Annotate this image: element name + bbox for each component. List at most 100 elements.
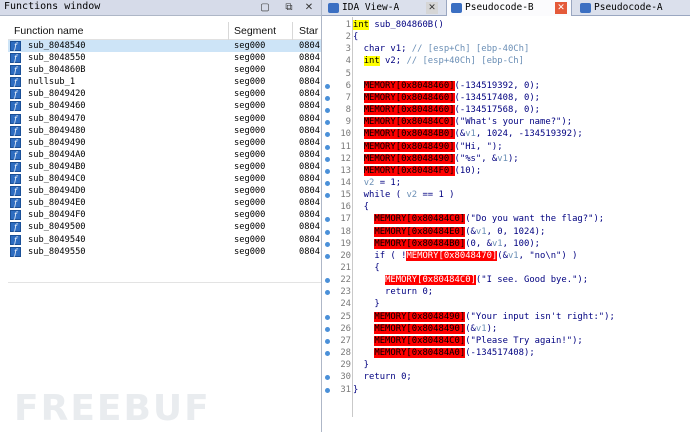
code-line[interactable]: 14 v2 = 1;	[322, 177, 690, 189]
function-row[interactable]: f sub_8049420 seg000 0804	[8, 88, 321, 100]
breakpoint-dot-icon[interactable]	[325, 326, 330, 332]
code-line[interactable]: 2{	[322, 31, 690, 43]
code-line[interactable]: 5	[322, 68, 690, 80]
breakpoint-dot-icon[interactable]	[325, 120, 330, 126]
breakpoint-dot-icon[interactable]	[325, 241, 330, 247]
breakpoint-dot-icon[interactable]	[325, 290, 330, 296]
code-line[interactable]: 6 MEMORY[0x8048460](-134519392, 0);	[322, 80, 690, 92]
code-line[interactable]: 24 }	[322, 298, 690, 310]
breakpoint-dot-icon[interactable]	[325, 180, 330, 186]
tab-ida-view-a[interactable]: IDA View-A ✕	[324, 0, 444, 16]
close-tab-icon[interactable]: ✕	[426, 2, 438, 14]
function-row[interactable]: f sub_80494D0 seg000 0804	[8, 185, 321, 197]
code-token: MEMORY[0x8048460]	[363, 80, 455, 91]
code-line[interactable]: 11 MEMORY[0x8048490]("Hi, ");	[322, 141, 690, 153]
column-function-name[interactable]: Function name	[14, 25, 83, 37]
code-token: int	[363, 56, 380, 67]
breakpoint-dot-icon[interactable]	[325, 375, 330, 381]
code-line[interactable]: 3 char v1; // [esp+Ch] [ebp-40Ch]	[322, 43, 690, 55]
function-row[interactable]: f nullsub_1 seg000 0804	[8, 76, 321, 88]
code-line[interactable]: 12 MEMORY[0x8048490]("%s", &v1);	[322, 153, 690, 165]
code-line[interactable]: 30 return 0;	[322, 371, 690, 383]
code-line[interactable]: 25 MEMORY[0x8048490]("Your input isn't r…	[322, 311, 690, 323]
function-row[interactable]: f sub_8049470 seg000 0804	[8, 113, 321, 125]
code-line[interactable]: 28 MEMORY[0x80484A0](-134517408);	[322, 347, 690, 359]
function-name: sub_8048540	[28, 41, 86, 51]
function-row[interactable]: f sub_8049550 seg000 0804	[8, 246, 321, 258]
code-token: (-134517408, 0);	[454, 92, 541, 103]
dock-icon[interactable]: ▢	[258, 1, 272, 14]
breakpoint-dot-icon[interactable]	[325, 95, 330, 101]
code-line[interactable]: 21 {	[322, 262, 690, 274]
code-line[interactable]: 26 MEMORY[0x8048490](&v1);	[322, 323, 690, 335]
function-row[interactable]: f sub_80494B0 seg000 0804	[8, 161, 321, 173]
breakpoint-dot-icon[interactable]	[325, 156, 330, 162]
breakpoint-dot-icon[interactable]	[325, 193, 330, 199]
code-line[interactable]: 7 MEMORY[0x8048460](-134517408, 0);	[322, 92, 690, 104]
code-line[interactable]: 27 MEMORY[0x80484C0]("Please Try again!"…	[322, 335, 690, 347]
float-icon[interactable]: ⧉	[282, 1, 296, 14]
code-line[interactable]: 31}	[322, 384, 690, 396]
function-start: 0804	[299, 210, 320, 221]
function-row[interactable]: f sub_80494F0 seg000 0804	[8, 209, 321, 221]
function-row[interactable]: f sub_80494A0 seg000 0804	[8, 149, 321, 161]
code-line[interactable]: 15 while ( v2 == 1 )	[322, 189, 690, 201]
code-text: MEMORY[0x80484A0](-134517408);	[353, 347, 535, 359]
breakpoint-dot-icon[interactable]	[325, 229, 330, 235]
function-row[interactable]: f sub_8049490 seg000 0804	[8, 137, 321, 149]
code-line[interactable]: 19 MEMORY[0x80484B0](0, &v1, 100);	[322, 238, 690, 250]
function-row[interactable]: f sub_8049540 seg000 0804	[8, 234, 321, 246]
code-line[interactable]: 20 if ( !MEMORY[0x8048470](&v1, "no\n") …	[322, 250, 690, 262]
code-line[interactable]: 10 MEMORY[0x80484B0](&v1, 1024, -1345193…	[322, 128, 690, 140]
function-row[interactable]: f sub_8048540 seg000 0804	[8, 40, 321, 53]
breakpoint-dot-icon[interactable]	[325, 338, 330, 344]
breakpoint-dot-icon[interactable]	[325, 314, 330, 320]
function-row[interactable]: f sub_8048550 seg000 0804	[8, 52, 321, 64]
breakpoint-dot-icon[interactable]	[325, 278, 330, 284]
breakpoint-dot-icon[interactable]	[325, 144, 330, 150]
code-line[interactable]: 17 MEMORY[0x80484C0]("Do you want the fl…	[322, 213, 690, 225]
function-row[interactable]: f sub_804860B seg000 0804	[8, 64, 321, 76]
code-line[interactable]: 4 int v2; // [esp+40Ch] [ebp-Ch]	[322, 55, 690, 67]
code-line[interactable]: 23 return 0;	[322, 286, 690, 298]
function-row[interactable]: f sub_80494C0 seg000 0804	[8, 173, 321, 185]
breakpoint-dot-icon[interactable]	[325, 253, 330, 259]
code-line[interactable]: 8 MEMORY[0x8048460](-134517568, 0);	[322, 104, 690, 116]
column-start[interactable]: Star	[299, 25, 318, 37]
function-row[interactable]: f sub_8049500 seg000 0804	[8, 221, 321, 233]
function-row[interactable]: f sub_8049480 seg000 0804	[8, 125, 321, 137]
close-icon[interactable]: ✕	[302, 1, 316, 14]
code-token: MEMORY[0x80484C0]	[374, 335, 466, 346]
tab-pseudocode-a[interactable]: Pseudocode-A	[576, 0, 690, 16]
function-name: sub_80494E0	[28, 198, 86, 209]
breakpoint-dot-icon[interactable]	[325, 351, 330, 357]
code-line[interactable]: 29 }	[322, 359, 690, 371]
code-line[interactable]: 9 MEMORY[0x80484C0]("What's your name?")…	[322, 116, 690, 128]
breakpoint-dot-icon[interactable]	[325, 108, 330, 114]
tab-pseudocode-b[interactable]: Pseudocode-B ✕	[446, 0, 572, 16]
breakpoint-dot-icon[interactable]	[325, 168, 330, 174]
breakpoint-dot-icon[interactable]	[325, 217, 330, 223]
code-token: v1	[475, 323, 487, 334]
function-icon: f	[10, 53, 21, 64]
breakpoint-dot-icon[interactable]	[325, 387, 330, 393]
code-line[interactable]: 1 int sub_804860B()	[322, 19, 690, 31]
function-row[interactable]: f sub_80494E0 seg000 0804	[8, 197, 321, 209]
code-token: MEMORY[0x80484C0]	[363, 117, 455, 128]
breakpoint-dot-icon[interactable]	[325, 83, 330, 89]
close-tab-icon[interactable]: ✕	[555, 2, 567, 14]
line-number: 30	[340, 372, 351, 383]
code-line[interactable]: 16 {	[322, 201, 690, 213]
code-line[interactable]: 18 MEMORY[0x80484E0](&v1, 0, 1024);	[322, 226, 690, 238]
column-segment[interactable]: Segment	[234, 25, 276, 37]
code-line[interactable]: 22 MEMORY[0x80484C0]("I see. Good bye.")…	[322, 274, 690, 286]
function-row[interactable]: f sub_8049460 seg000 0804	[8, 100, 321, 112]
code-token: v2;	[379, 56, 407, 67]
pseudocode-view[interactable]: 1 int sub_804860B() 2{3 char v1; // [esp+C…	[322, 17, 690, 432]
code-line[interactable]: 13 MEMORY[0x80484F0](10);	[322, 165, 690, 177]
breakpoint-dot-icon[interactable]	[325, 132, 330, 138]
